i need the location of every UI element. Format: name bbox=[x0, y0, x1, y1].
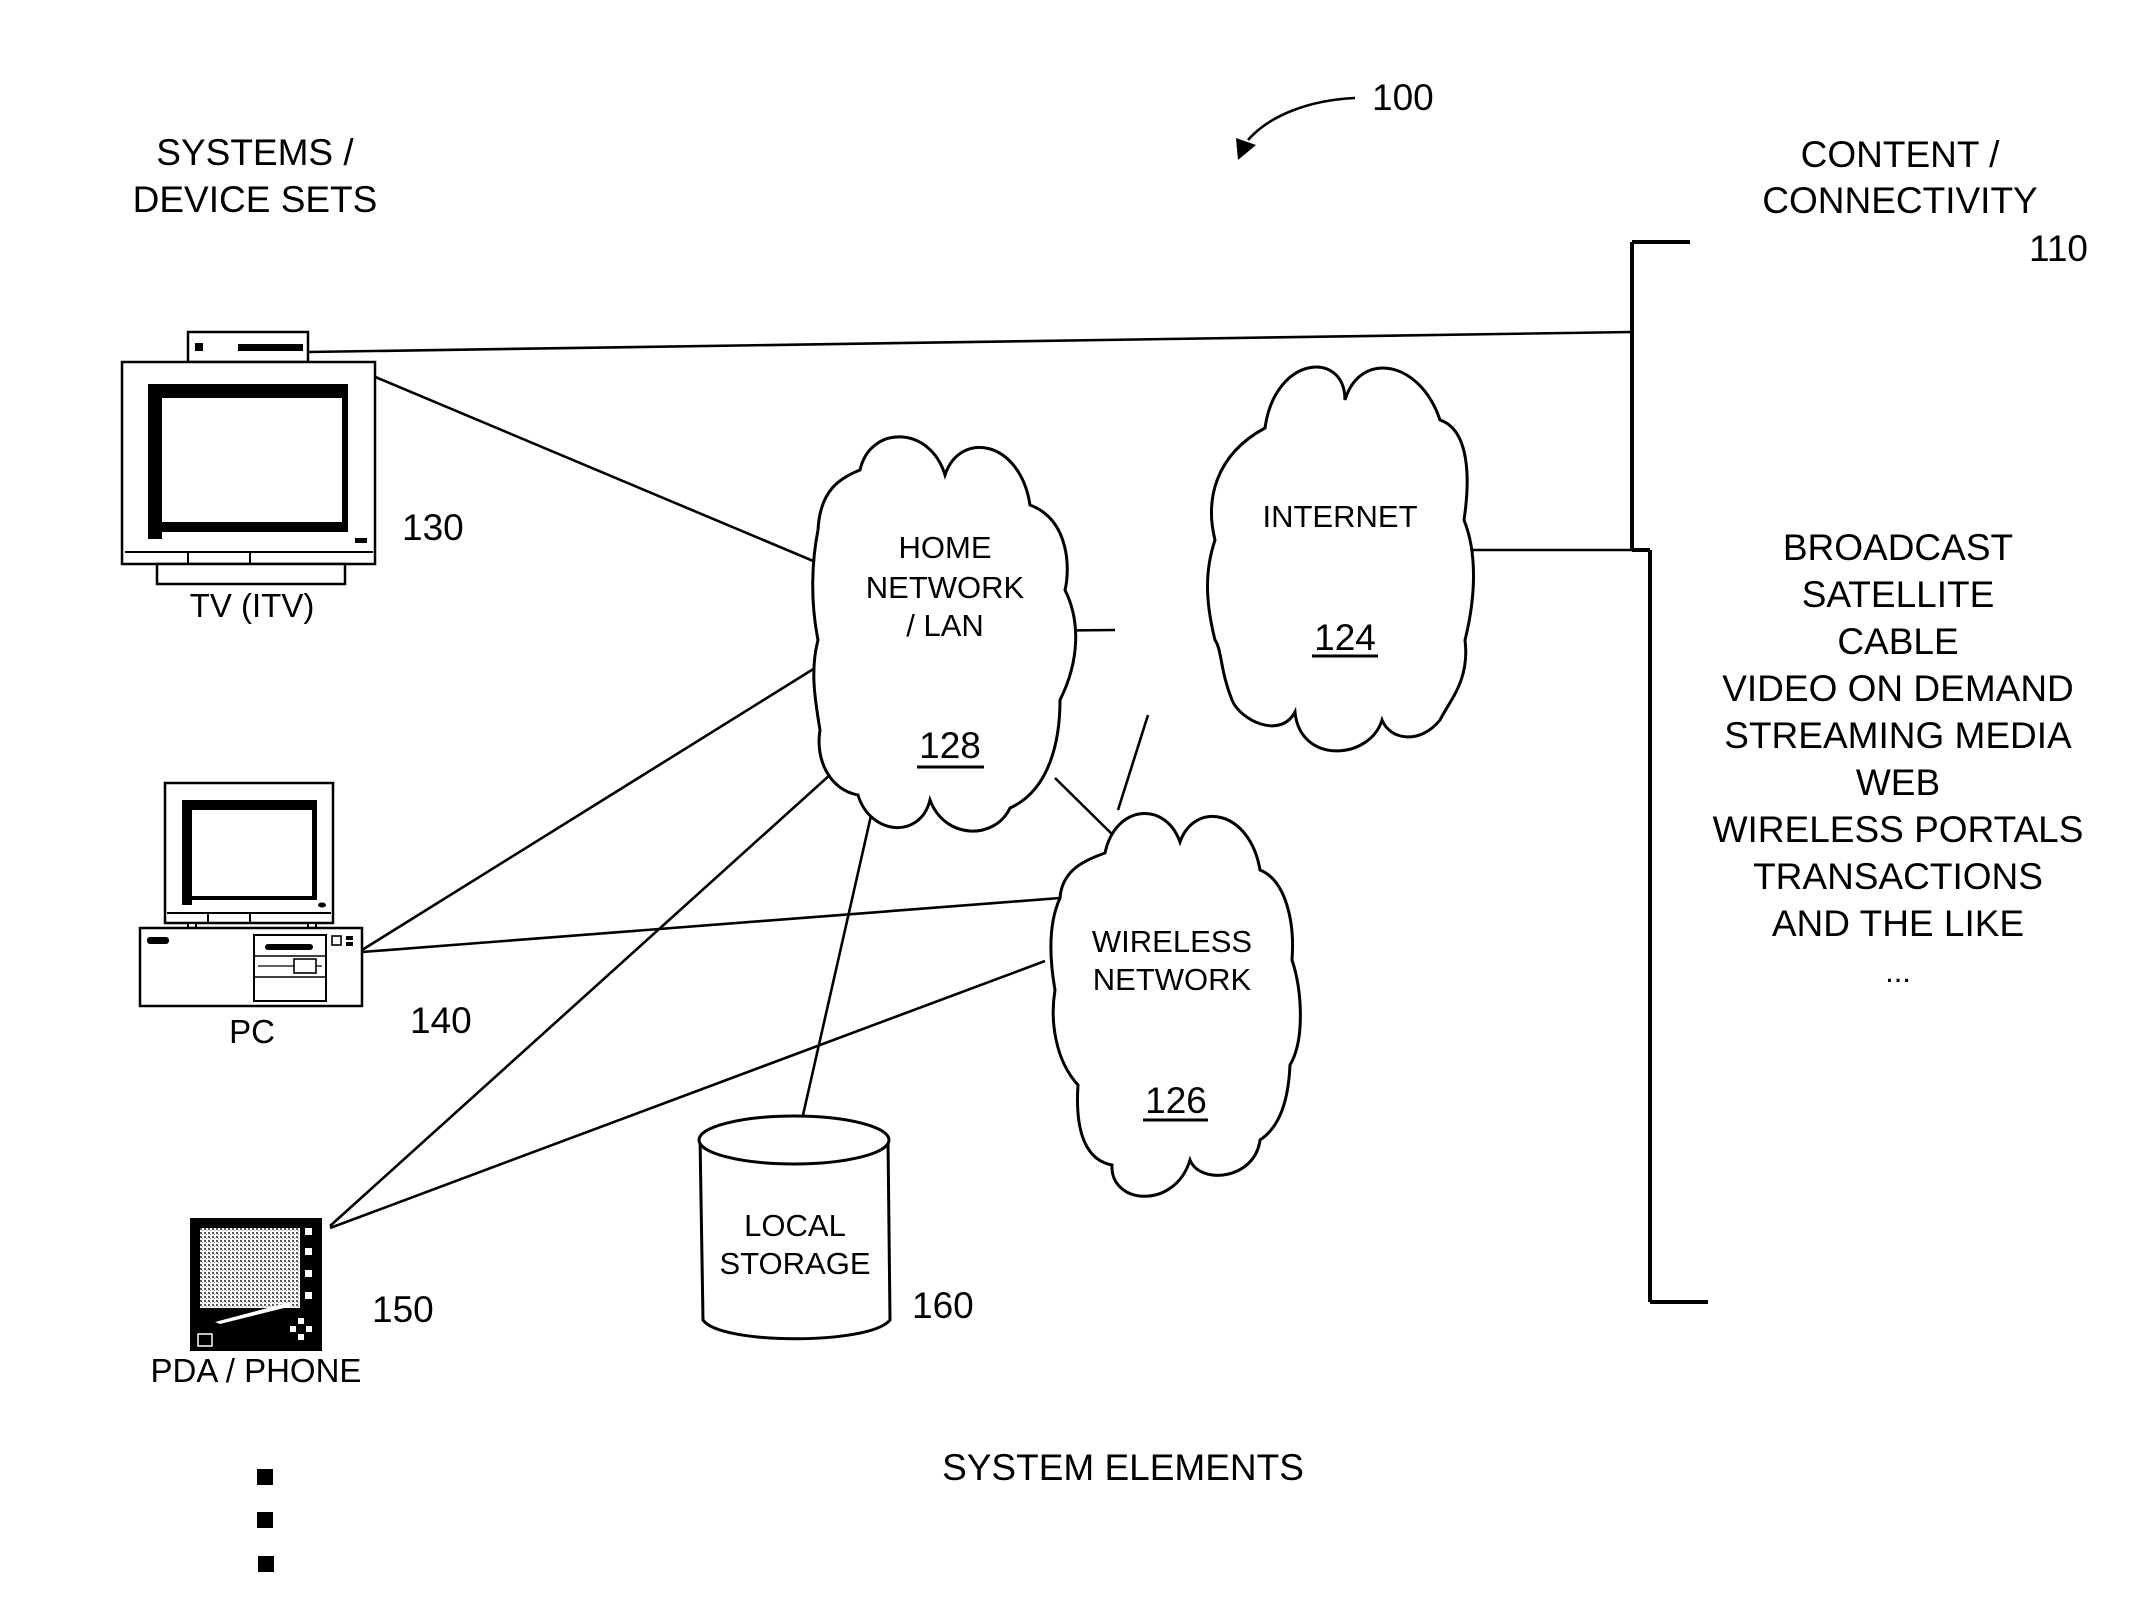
storage-ref: 160 bbox=[912, 1285, 974, 1326]
home-network-ref: 128 bbox=[919, 725, 981, 766]
left-heading-line-1: SYSTEMS / bbox=[156, 132, 354, 173]
storage-label-line: STORAGE bbox=[719, 1246, 870, 1281]
content-item: WIRELESS PORTALS bbox=[1713, 809, 2084, 850]
content-list: BROADCAST SATELLITE CABLE VIDEO ON DEMAN… bbox=[1713, 527, 2084, 989]
arrow-head-icon bbox=[1236, 138, 1256, 160]
system-diagram: 100 SYSTEMS / DEVICE SETS CONTENT / CONN… bbox=[120, 77, 2088, 1572]
content-item: TRANSACTIONS bbox=[1753, 856, 2043, 897]
pda-label: PDA / PHONE bbox=[151, 1352, 362, 1389]
storage-label-line: LOCAL bbox=[744, 1208, 846, 1243]
link-settopbox-to-content bbox=[307, 330, 1633, 354]
network-label-line: NETWORK bbox=[866, 570, 1025, 605]
pc-label: PC bbox=[229, 1013, 275, 1050]
internet-cloud: INTERNET 124 bbox=[1206, 365, 1475, 753]
tv-device: TV (ITV) 130 bbox=[120, 330, 464, 624]
cloud-shape bbox=[1206, 365, 1475, 753]
wireless-network-cloud: WIRELESS NETWORK 126 bbox=[1049, 812, 1302, 1198]
cloud-shape bbox=[1049, 812, 1302, 1198]
network-label-line: HOME bbox=[899, 530, 992, 565]
network-label-line: WIRELESS bbox=[1092, 924, 1252, 959]
pda-ref: 150 bbox=[372, 1289, 434, 1330]
wireless-network-ref: 126 bbox=[1145, 1080, 1207, 1121]
content-item: CABLE bbox=[1837, 621, 1958, 662]
pc-ref: 140 bbox=[410, 1000, 472, 1041]
link-home-network-to-storage bbox=[801, 797, 877, 1116]
left-heading-line-2: DEVICE SETS bbox=[133, 179, 378, 220]
internet-ref: 124 bbox=[1314, 617, 1376, 658]
content-item: BROADCAST bbox=[1783, 527, 2013, 568]
content-item: STREAMING MEDIA bbox=[1724, 715, 2072, 756]
desktop-computer-icon bbox=[138, 781, 364, 1008]
content-item-ellipsis: ... bbox=[1885, 954, 1911, 989]
more-devices-ellipsis-icon bbox=[257, 1469, 274, 1572]
home-network-cloud: HOME NETWORK / LAN 128 bbox=[811, 435, 1078, 833]
content-item: AND THE LIKE bbox=[1772, 903, 2024, 944]
reference-arrow-100: 100 bbox=[1236, 77, 1434, 160]
pda-device: PDA / PHONE 150 bbox=[151, 1218, 434, 1389]
right-heading-line-2: CONNECTIVITY bbox=[1762, 180, 2037, 221]
local-storage: LOCAL STORAGE 160 bbox=[697, 1114, 974, 1341]
right-heading-line-1: CONTENT / bbox=[1801, 134, 2000, 175]
curved-arrow-shaft bbox=[1247, 96, 1356, 141]
network-label-line: INTERNET bbox=[1263, 499, 1418, 534]
link-internet-to-wireless bbox=[1116, 714, 1150, 811]
pda-phone-icon bbox=[190, 1218, 322, 1351]
link-pc-to-wireless-network bbox=[361, 896, 1061, 954]
content-item: SATELLITE bbox=[1802, 574, 1995, 615]
right-heading-ref: 110 bbox=[2029, 228, 2088, 269]
content-bracket bbox=[1630, 240, 1708, 1304]
network-label-line: / LAN bbox=[906, 608, 984, 643]
tv-label: TV (ITV) bbox=[190, 587, 315, 624]
figure-reference-number: 100 bbox=[1372, 77, 1434, 118]
content-item: WEB bbox=[1856, 762, 1940, 803]
link-pc-to-home-network bbox=[361, 666, 816, 952]
television-icon bbox=[120, 330, 377, 586]
bottom-caption: SYSTEM ELEMENTS bbox=[942, 1447, 1304, 1488]
tv-ref: 130 bbox=[402, 507, 464, 548]
content-item: VIDEO ON DEMAND bbox=[1722, 668, 2074, 709]
network-label-line: NETWORK bbox=[1093, 962, 1252, 997]
pc-device: PC 140 bbox=[138, 781, 472, 1050]
link-home-network-to-wireless bbox=[1054, 777, 1121, 843]
